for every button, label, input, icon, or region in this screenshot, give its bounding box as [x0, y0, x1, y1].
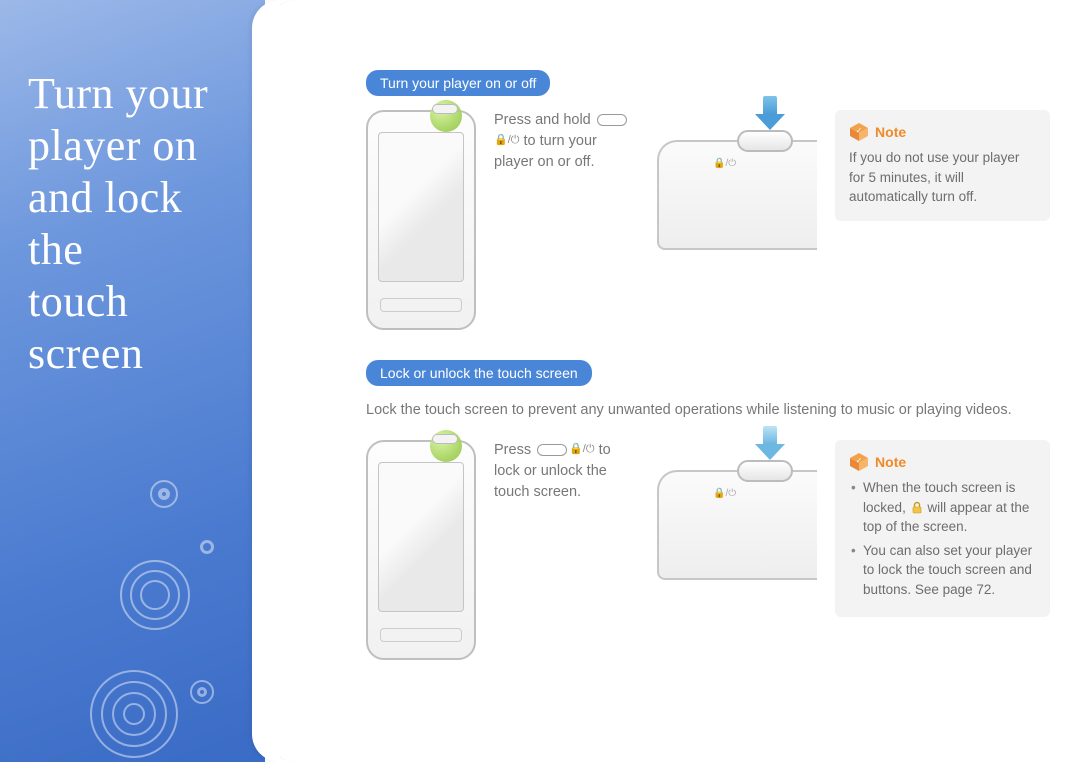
lock-icon: 🔒: [494, 134, 508, 146]
button-closeup-illustration: 🔒/⏻: [657, 110, 817, 270]
note-list-item: When the touch screen is locked, will ap…: [849, 478, 1036, 537]
power-icon: /⏻: [583, 443, 595, 455]
note-cube-icon: ✓: [849, 122, 869, 142]
title-line: player on: [28, 121, 197, 170]
svg-text:✓: ✓: [856, 126, 863, 135]
power-instruction: Press and hold 🔒/⏻ to turn your player o…: [494, 110, 639, 173]
power-icon: /⏻: [508, 134, 520, 146]
lock-instruction: Press 🔒/⏻ to lock or unlock the touch sc…: [494, 440, 639, 503]
note-cube-icon: ✓: [849, 452, 869, 472]
button-closeup-illustration: 🔒/⏻: [657, 440, 817, 600]
power-button-icon: [537, 444, 567, 456]
section-heading-lock: Lock or unlock the touch screen: [366, 360, 592, 386]
svg-text:✓: ✓: [856, 456, 863, 465]
note-label: Note: [875, 452, 906, 472]
note-box-lock: ✓ Note When the touch screen is locked, …: [835, 440, 1050, 618]
note-box-power: ✓ Note If you do not use your player for…: [835, 110, 1050, 221]
press-arrow-icon: [755, 96, 785, 136]
note-list-item: You can also set your player to lock the…: [849, 541, 1036, 600]
note-text: If you do not use your player for 5 minu…: [849, 148, 1036, 207]
section-power: Turn your player on or off Press and hol…: [366, 70, 1050, 330]
title-line: touch screen: [28, 277, 143, 378]
note-label: Note: [875, 122, 906, 142]
press-arrow-icon: [755, 426, 785, 466]
section-lock: Lock or unlock the touch screen Lock the…: [366, 360, 1050, 660]
title-line: and lock the: [28, 173, 182, 274]
device-illustration: [366, 440, 476, 660]
decorative-circles: [60, 480, 265, 760]
device-illustration: [366, 110, 476, 330]
title-line: Turn your: [28, 69, 208, 118]
section-heading-power: Turn your player on or off: [366, 70, 550, 96]
content-area: Turn your player on or off Press and hol…: [265, 0, 1080, 762]
sidebar: Turn your player on and lock the touch s…: [0, 0, 265, 762]
lock-screen-icon: [910, 501, 924, 515]
lock-intro-text: Lock the touch screen to prevent any unw…: [366, 400, 1026, 422]
lock-icon: 🔒: [569, 443, 583, 455]
power-button-icon: [597, 114, 627, 126]
chapter-title: Turn your player on and lock the touch s…: [0, 0, 265, 379]
